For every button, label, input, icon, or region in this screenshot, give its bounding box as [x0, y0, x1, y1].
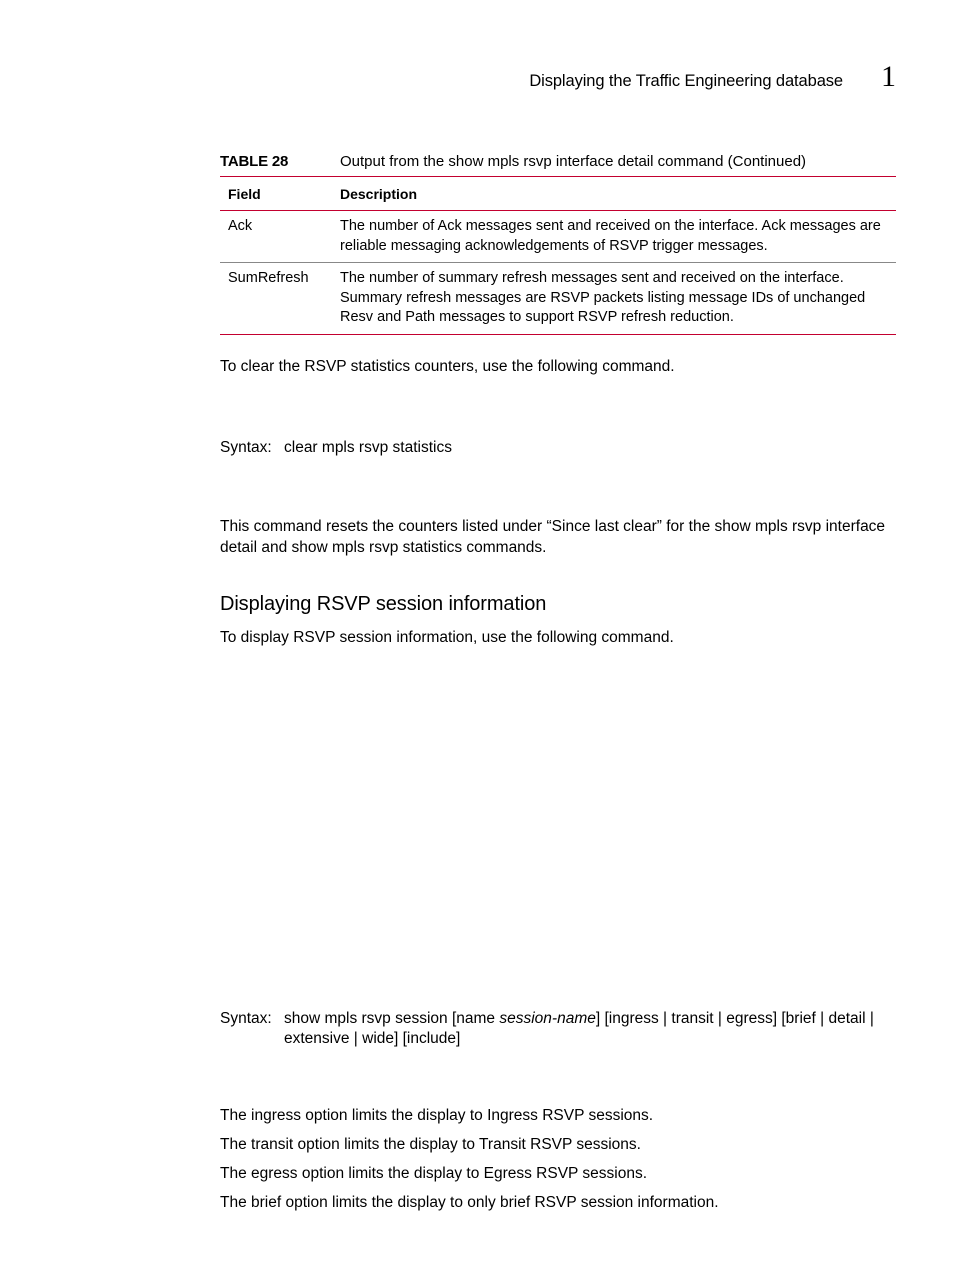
paragraph: The brief option limits the display to o… [220, 1193, 896, 1214]
paragraph: The transit option limits the display to… [220, 1135, 896, 1156]
table-title: Output from the show mpls rsvp interface… [340, 152, 896, 172]
paragraph: The egress option limits the display to … [220, 1164, 896, 1185]
table-row: SumRefresh The number of summary refresh… [220, 263, 896, 335]
syntax-command: show mpls rsvp session [name session-nam… [284, 1009, 896, 1051]
syntax-command: clear mpls rsvp statistics [284, 438, 896, 459]
option-list: The ingress option limits the display to… [220, 1106, 896, 1214]
paragraph: To clear the RSVP statistics counters, u… [220, 357, 896, 378]
table-caption: TABLE 28 Output from the show mpls rsvp … [220, 152, 896, 177]
page-header: Displaying the Traffic Engineering datab… [60, 60, 896, 94]
paragraph: To display RSVP session information, use… [220, 628, 896, 649]
syntax-text: show mpls rsvp session [name [284, 1010, 499, 1027]
table-body: Ack The number of Ack messages sent and … [220, 211, 896, 335]
table-row: Ack The number of Ack messages sent and … [220, 211, 896, 263]
table-header-row: Field Description [220, 179, 896, 211]
th-field: Field [228, 185, 340, 204]
paragraph: The ingress option limits the display to… [220, 1106, 896, 1127]
th-description: Description [340, 185, 896, 204]
running-head: Displaying the Traffic Engineering datab… [529, 72, 843, 91]
syntax-label: Syntax: [220, 1009, 284, 1051]
subsection-heading: Displaying RSVP session information [220, 591, 896, 618]
syntax-label: Syntax: [220, 438, 284, 459]
syntax-line: Syntax: clear mpls rsvp statistics [220, 438, 896, 459]
cell-description: The number of Ack messages sent and rece… [340, 217, 896, 256]
table-number: TABLE 28 [220, 152, 340, 172]
syntax-line: Syntax: show mpls rsvp session [name ses… [220, 1009, 896, 1051]
cell-field: SumRefresh [228, 269, 340, 328]
syntax-variable: session-name [499, 1010, 596, 1027]
chapter-number: 1 [881, 60, 896, 94]
cell-description: The number of summary refresh messages s… [340, 269, 896, 328]
paragraph: This command resets the counters listed … [220, 517, 896, 559]
cell-field: Ack [228, 217, 340, 256]
